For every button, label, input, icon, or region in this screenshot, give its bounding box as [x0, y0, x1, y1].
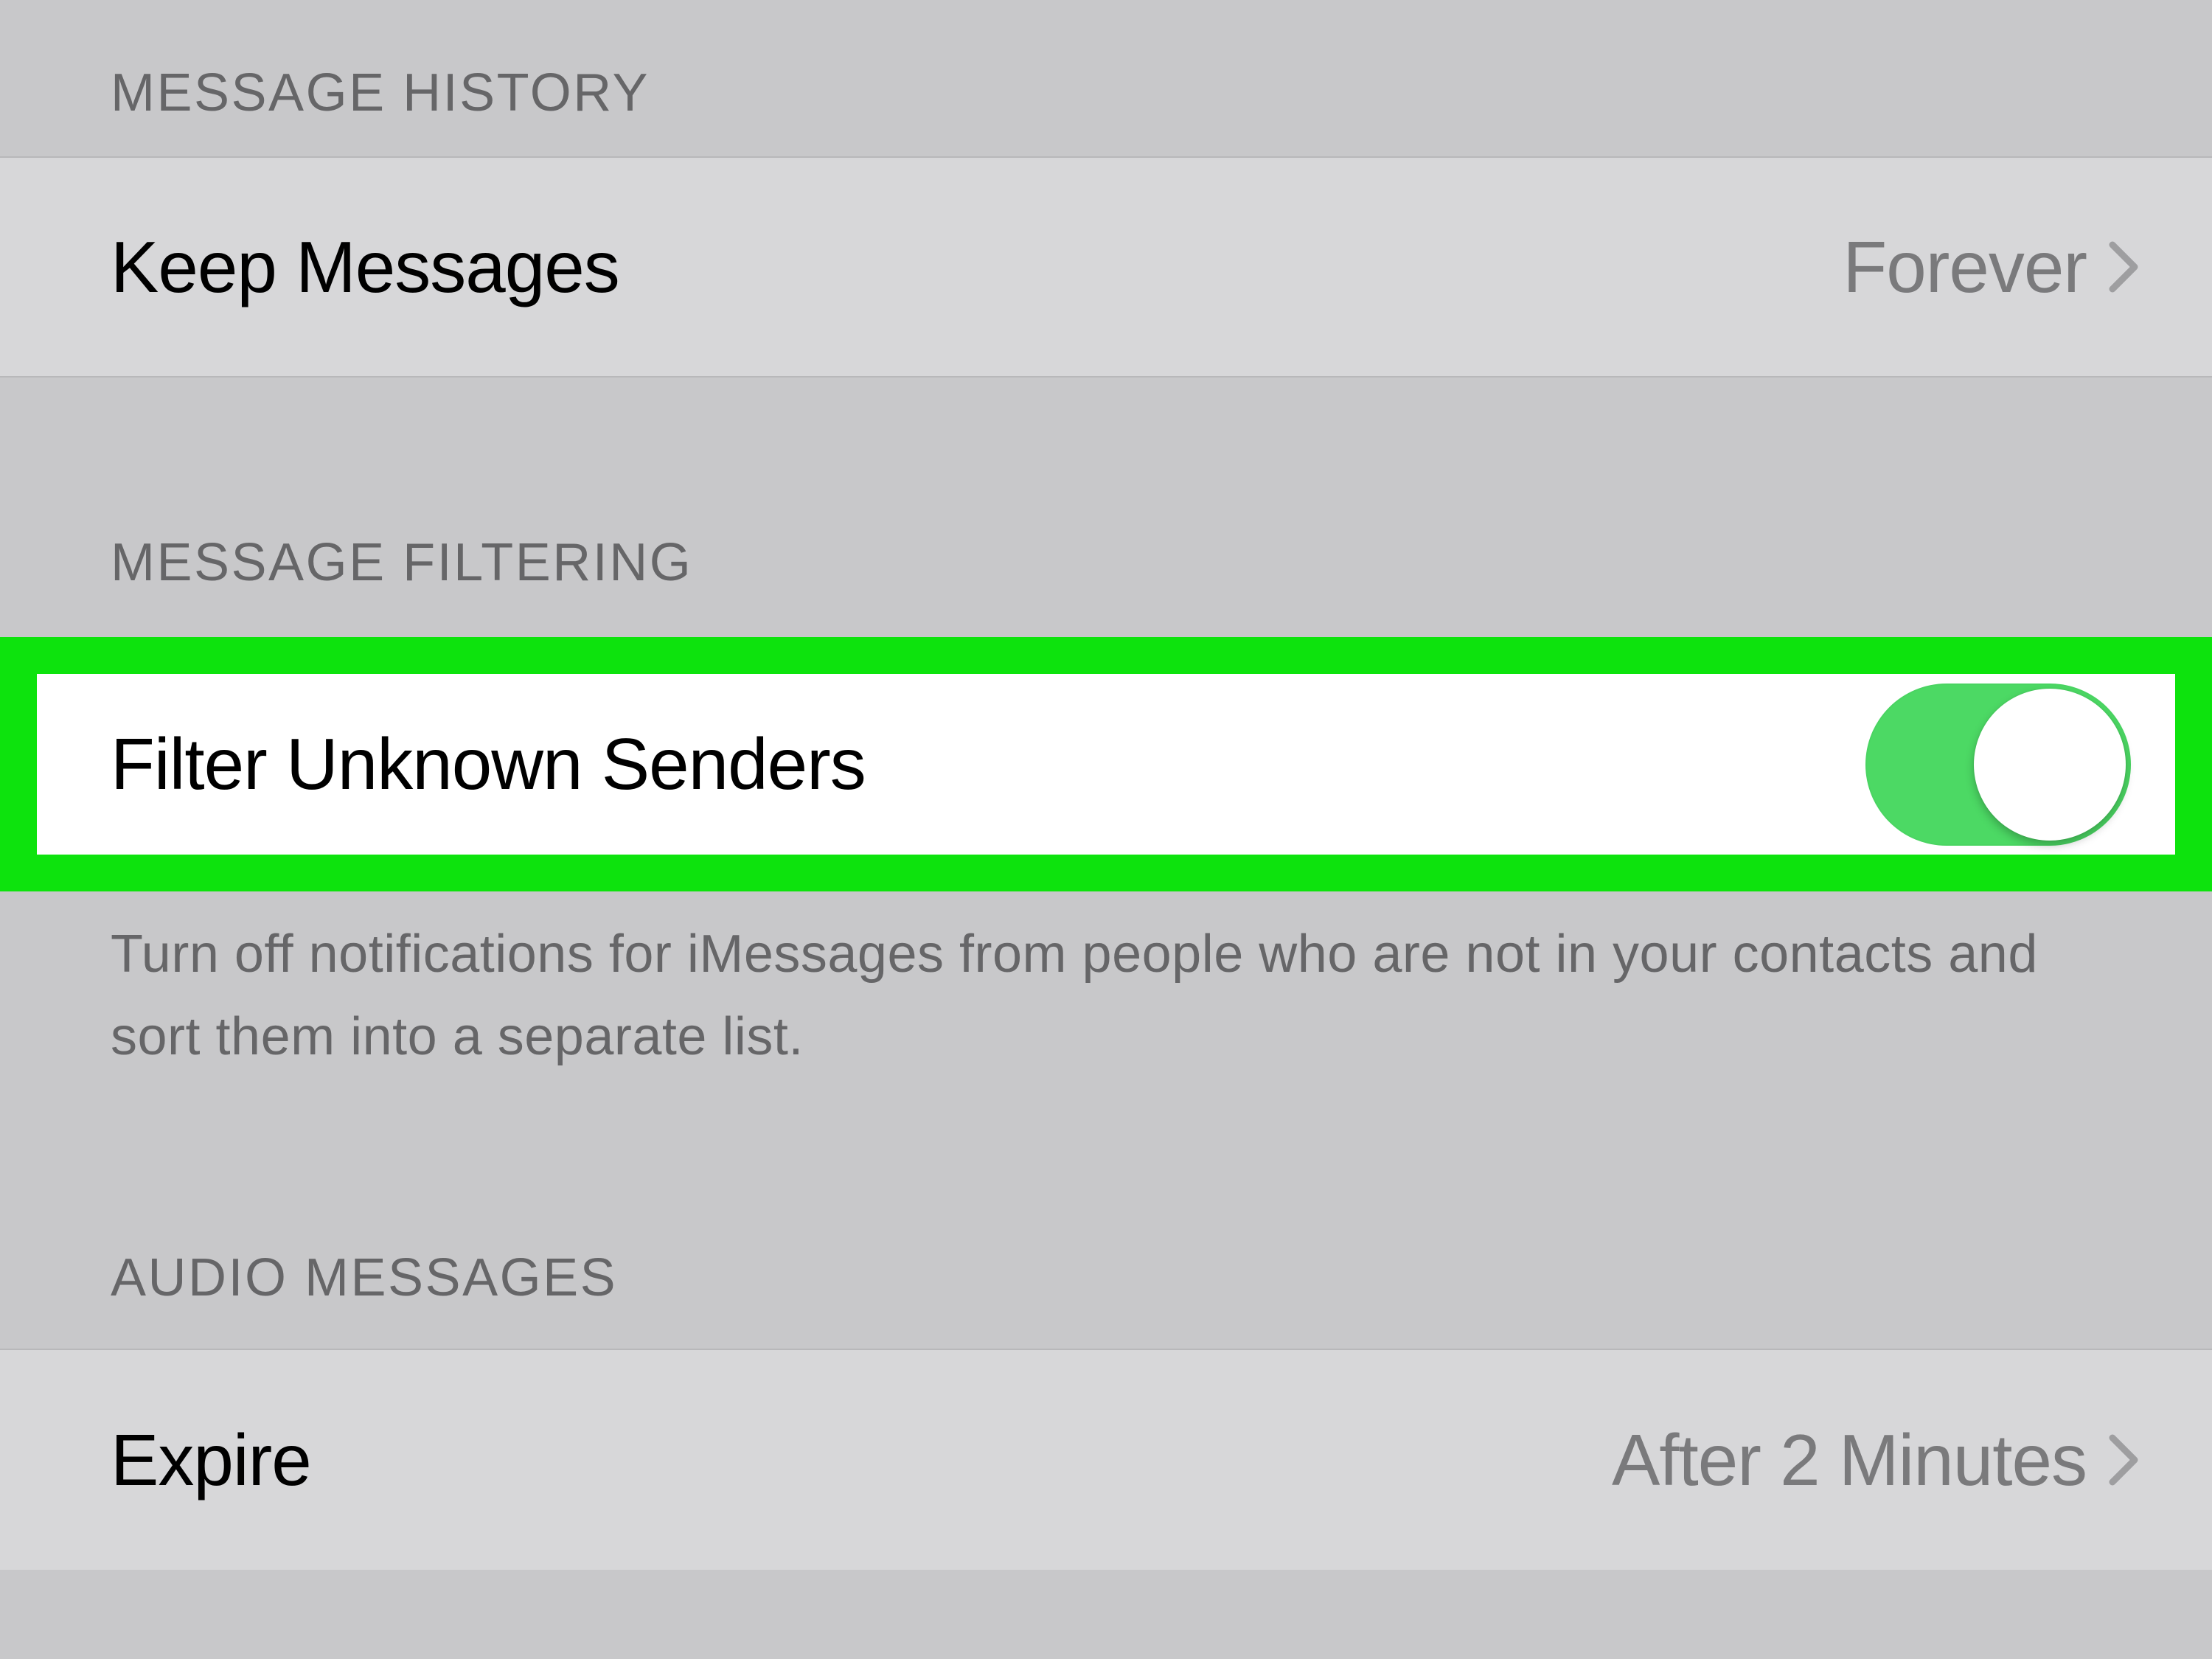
- section-footer-message-filtering: Turn off notifications for iMessages fro…: [0, 891, 2212, 1100]
- filter-unknown-senders-label: Filter Unknown Senders: [111, 723, 866, 806]
- chevron-right-icon: [2109, 1434, 2138, 1486]
- filter-unknown-senders-row[interactable]: Filter Unknown Senders: [37, 674, 2175, 855]
- expire-value: After 2 Minutes: [1612, 1419, 2087, 1502]
- expire-value-wrap: After 2 Minutes: [1612, 1419, 2138, 1502]
- keep-messages-value-wrap: Forever: [1843, 226, 2138, 309]
- section-header-audio-messages: AUDIO MESSAGES: [0, 1100, 2212, 1349]
- filter-unknown-highlight: Filter Unknown Senders: [0, 637, 2212, 891]
- section-header-message-history: MESSAGE HISTORY: [0, 0, 2212, 156]
- expire-label: Expire: [111, 1419, 311, 1502]
- toggle-knob: [1974, 689, 2126, 841]
- chevron-right-icon: [2109, 241, 2138, 293]
- section-header-message-filtering: MESSAGE FILTERING: [0, 378, 2212, 637]
- keep-messages-row[interactable]: Keep Messages Forever: [0, 156, 2212, 378]
- expire-row[interactable]: Expire After 2 Minutes: [0, 1349, 2212, 1570]
- filter-unknown-senders-toggle[interactable]: [1865, 684, 2131, 846]
- keep-messages-label: Keep Messages: [111, 226, 619, 309]
- keep-messages-value: Forever: [1843, 226, 2087, 309]
